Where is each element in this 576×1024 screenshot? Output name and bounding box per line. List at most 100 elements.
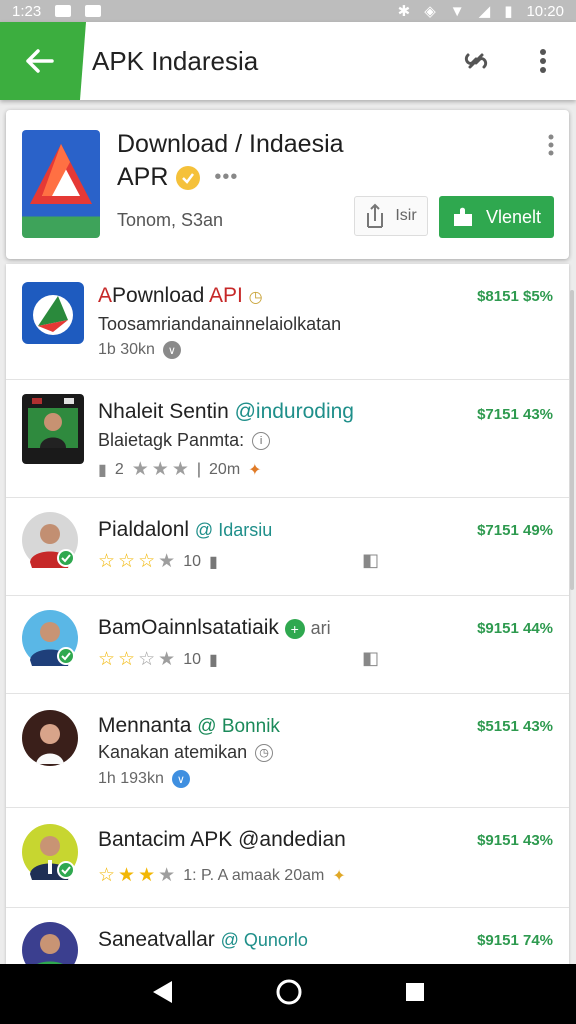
rating-count: 10 — [183, 552, 201, 570]
divider-bar: | — [196, 460, 202, 478]
list-item-price: $9151 44% — [477, 620, 553, 637]
overflow-menu-button[interactable] — [528, 46, 558, 76]
title-main: Pialdalonl — [98, 518, 190, 541]
list-item-meta: ☆ ☆ ☆ ★ 10 ▮ — [98, 648, 218, 671]
status-time-right: 10:20 — [526, 2, 564, 20]
thumb-icon: ▮ — [208, 651, 218, 669]
app-list: APownload API ◷ Toosamriandanainnelaiolk… — [6, 264, 569, 964]
title-main: Saneatvallar — [98, 928, 215, 951]
title-red: API — [208, 284, 243, 307]
verified-check-icon: ∨ — [171, 770, 190, 788]
list-item-meta: 1h 193kn ∨ — [98, 770, 190, 788]
list-item-price: $7151 43% — [477, 406, 553, 423]
rating-stars: ☆ ☆ ☆ ★ — [98, 551, 176, 572]
list-item-description: Toosamriandanainnelaiolkatan — [98, 314, 342, 334]
nav-recents-button[interactable] — [404, 981, 426, 1008]
app-subtitle: APR — [117, 163, 169, 191]
info-icon: i — [252, 431, 271, 450]
notification-icon — [55, 5, 72, 17]
list-item-title: Saneatvallar @ Qunorlo — [98, 928, 308, 952]
wifi-icon: ▼ — [449, 2, 465, 20]
title-accent: @andedian — [238, 828, 346, 851]
app-subtitle-row: APR ••• — [117, 163, 238, 192]
nav-back-button[interactable] — [150, 979, 174, 1010]
list-item[interactable]: APownload API ◷ Toosamriandanainnelaiolk… — [6, 264, 569, 380]
list-item[interactable]: BamOainnlsatatiaik + ari ☆ ☆ ☆ ★ 10 ▮ ◧ $91… — [6, 596, 569, 694]
list-item-title: Bantacim APK @andedian — [98, 828, 346, 852]
list-item-logo — [22, 394, 84, 464]
meta-text: 1b 30kn — [98, 341, 155, 358]
arrow-left-icon — [26, 49, 54, 73]
rocket-icon: ✦ — [332, 867, 346, 885]
title-main: Mennanta — [98, 714, 192, 737]
list-item[interactable]: Pialdalonl @ Idarsiu ☆ ☆ ☆ ★ 10 ▮ ◧ $7151 4… — [6, 498, 569, 596]
puzzle-icon — [453, 207, 472, 226]
list-item-meta: ▮ 2 ★ ★ ★ | 20m ✦ — [98, 458, 262, 481]
title-main: BamOainnlsatatiaik — [98, 616, 279, 639]
share-icon — [367, 203, 384, 228]
list-item-avatar — [22, 610, 84, 672]
share-label: Isir — [395, 207, 417, 224]
card-more-button[interactable] — [547, 134, 555, 161]
chart-icon: ▮ — [98, 461, 107, 479]
tag-icon[interactable]: ◧ — [362, 648, 379, 669]
list-item[interactable]: Mennanta @ Bonnik Kanakan atemikan ◷ 1h … — [6, 694, 569, 808]
app-logo-icon — [30, 144, 92, 204]
link-button[interactable] — [461, 46, 491, 76]
person-avatar-icon — [22, 512, 78, 568]
rating-count: 10 — [183, 650, 201, 668]
app-logo-icon — [22, 282, 84, 344]
chevron-down-icon: ∨ — [162, 341, 181, 359]
system-nav-bar — [0, 964, 576, 1024]
list-item-price: $7151 49% — [477, 522, 553, 539]
list-item-title: Mennanta @ Bonnik — [98, 714, 280, 738]
title-accent: @ Qunorlo — [220, 930, 308, 950]
app-title: Download / Indaesia — [117, 130, 344, 158]
image-notification-icon — [85, 5, 102, 17]
list-item-meta: ☆ ★ ★ ★ 1: P. A amaak 20am ✦ — [98, 864, 346, 887]
app-toolbar: APK Indaresia — [0, 22, 576, 100]
list-item[interactable]: Nhaleit Sentin @induroding Blaietagk Pan… — [6, 380, 569, 498]
share-button[interactable]: Isir — [354, 196, 428, 236]
developer-name[interactable]: Tonom, S3an — [117, 210, 223, 231]
list-item-description: Blaietagk Panmta: i — [98, 430, 271, 451]
clock-icon: ◷ — [255, 743, 274, 762]
square-recents-icon — [405, 982, 424, 1001]
install-label: Vlenelt — [485, 206, 542, 227]
bluetooth-icon: ✱ — [397, 3, 411, 20]
rating-stars: ☆ ☆ ☆ ★ — [98, 649, 176, 670]
nav-home-button[interactable] — [275, 978, 303, 1011]
clock-icon: ◷ — [248, 289, 263, 306]
meta-extra: 20m — [209, 460, 241, 478]
tag-icon[interactable]: ◧ — [362, 550, 379, 571]
battery-icon: ▮ — [504, 3, 513, 20]
list-item-price: $9151 43% — [477, 832, 553, 849]
toolbar-title: APK Indaresia — [92, 46, 259, 76]
app-header-card: Download / Indaesia APR ••• Tonom, S3an … — [6, 110, 569, 259]
list-item-title: Pialdalonl @ Idarsiu — [98, 518, 272, 542]
list-item-avatar — [22, 512, 84, 574]
status-bar: 1:23 ✱ ◈ ▼ ◢ ▮ 10:20 — [0, 0, 576, 22]
person-avatar-icon — [22, 610, 78, 666]
app-logo — [22, 130, 100, 238]
list-item-meta: 1b 30kn ∨ — [98, 341, 181, 359]
thumb-icon: ▮ — [208, 553, 218, 571]
meta-text: 1h 193kn — [98, 770, 164, 787]
list-item[interactable]: Bantacim APK @andedian ☆ ★ ★ ★ 1: P. A amaa… — [6, 808, 569, 908]
triangle-back-icon — [153, 980, 173, 1003]
person-avatar-icon — [22, 710, 78, 766]
list-item[interactable]: Saneatvallar @ Qunorlo $9151 74% — [6, 908, 569, 964]
list-item-price: $9151 74% — [477, 932, 553, 949]
more-dots-icon[interactable]: ••• — [214, 166, 238, 189]
scrollbar[interactable] — [570, 290, 574, 590]
signal-icon: ◢ — [478, 3, 491, 20]
list-item-meta: ☆ ☆ ☆ ★ 10 ▮ — [98, 550, 218, 573]
title-accent: @ Bonnik — [197, 716, 280, 737]
install-button[interactable]: Vlenelt — [439, 196, 554, 238]
title-main: Pownload — [112, 284, 205, 307]
meta-extra: 1: P. A amaak 20am — [183, 866, 325, 884]
back-button[interactable] — [0, 22, 86, 100]
list-item-price: $8151 $5% — [477, 288, 553, 305]
more-vertical-icon — [548, 134, 554, 156]
list-item-title: Nhaleit Sentin @induroding — [98, 400, 354, 424]
